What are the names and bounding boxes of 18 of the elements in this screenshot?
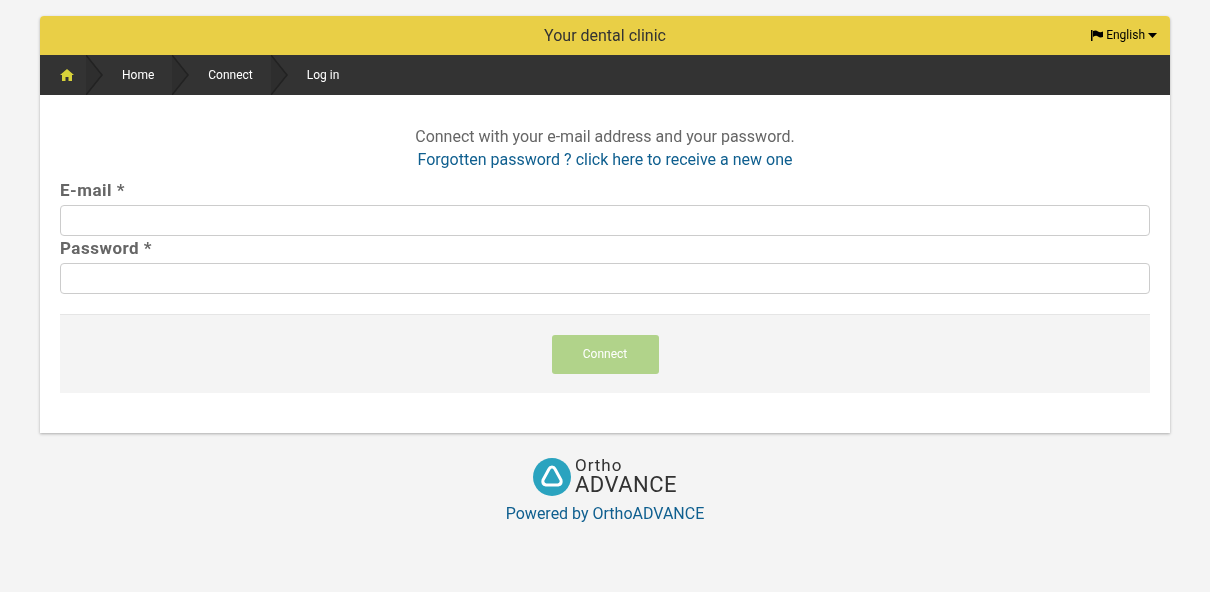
flag-icon [1091, 29, 1104, 41]
instructions-text: Connect with your e-mail address and your password. [415, 126, 795, 148]
powered-by-link[interactable]: Powered by OrthoADVANCE [505, 502, 705, 526]
home-icon [60, 69, 74, 81]
caret-icon [1148, 32, 1157, 38]
breadcrumb-link[interactable]: Log in [288, 66, 358, 84]
logo-text-top: Ortho [574, 457, 624, 474]
language-dropdown[interactable]: English [1091, 26, 1157, 44]
input-field[interactable] [60, 263, 1150, 294]
field-label: Password * [60, 237, 154, 260]
breadcrumb-link[interactable]: Connect [190, 66, 271, 84]
logo-icon [532, 457, 571, 496]
breadcrumb-link[interactable]: Home [104, 66, 173, 84]
field-label: E-mail * [60, 179, 127, 202]
input-field[interactable] [60, 205, 1150, 236]
forgotten-password-link[interactable]: Forgotten password ? click here to receive a new one [417, 148, 793, 171]
logo-text-bottom: ADVANCE [574, 474, 678, 496]
clinic-title: Your dental clinic [544, 24, 666, 47]
